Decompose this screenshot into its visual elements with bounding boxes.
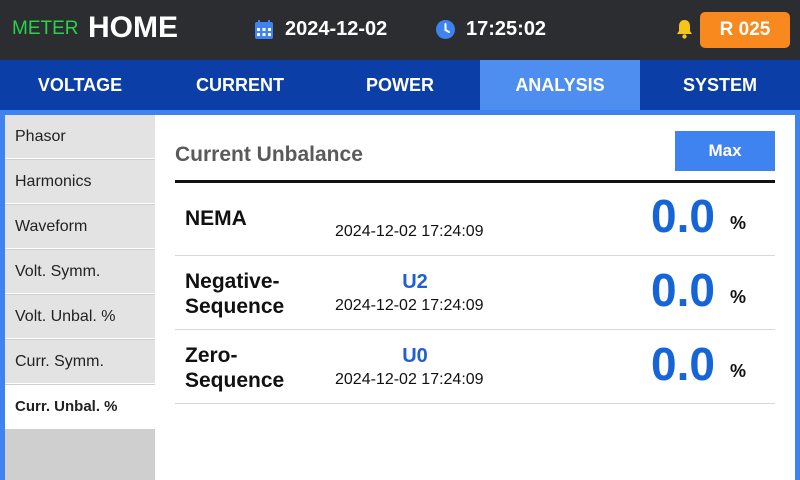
tab-voltage[interactable]: VOLTAGE <box>0 60 160 110</box>
sidebar-item-waveform[interactable]: Waveform <box>5 205 155 249</box>
row-code: U0 <box>402 345 428 367</box>
unbalance-row-zero-sequence: Zero- Sequence U0 2024-12-02 17:24:09 0.… <box>175 331 775 404</box>
record-button[interactable]: R 025 <box>700 12 790 48</box>
row-code: U2 <box>402 271 428 293</box>
tab-current[interactable]: CURRENT <box>160 60 320 110</box>
row-unit: % <box>730 287 747 307</box>
unbalance-row-nema: NEMA 2024-12-02 17:24:09 0.0 % <box>175 183 775 256</box>
sidebar-item-curr-unbal[interactable]: Curr. Unbal. % <box>5 385 155 429</box>
row-name-line2: Sequence <box>185 295 285 318</box>
clock-icon <box>436 20 455 39</box>
sidebar: Phasor Harmonics Waveform Volt. Symm. Vo… <box>5 115 155 480</box>
tab-power[interactable]: POWER <box>320 60 480 110</box>
row-value: 0.0 <box>651 338 715 390</box>
unbalance-row-negative-sequence: Negative- Sequence U2 2024-12-02 17:24:0… <box>175 257 775 330</box>
content-frame: Phasor Harmonics Waveform Volt. Symm. Vo… <box>0 110 800 480</box>
sidebar-item-harmonics[interactable]: Harmonics <box>5 160 155 204</box>
calendar-icon <box>255 20 273 39</box>
row-unit: % <box>730 361 747 381</box>
row-unit: % <box>730 213 747 233</box>
current-unbalance-panel: Current Unbalance Max NEMA 2024-12-02 17… <box>155 115 795 480</box>
status-bar: METER HOME 2024-12-02 17:25:02 R 025 <box>0 0 800 60</box>
main-tabs: VOLTAGE CURRENT POWER ANALYSIS SYSTEM <box>0 60 800 110</box>
row-timestamp: 2024-12-02 17:24:09 <box>335 223 484 240</box>
sidebar-item-volt-unbal[interactable]: Volt. Unbal. % <box>5 295 155 339</box>
sidebar-item-curr-symm[interactable]: Curr. Symm. <box>5 340 155 384</box>
page-title: HOME <box>88 11 178 44</box>
bell-icon[interactable] <box>675 19 694 39</box>
row-timestamp: 2024-12-02 17:24:09 <box>335 297 484 314</box>
tab-system[interactable]: SYSTEM <box>640 60 800 110</box>
row-name-line2: Sequence <box>185 369 285 392</box>
row-name: Zero- <box>185 344 238 367</box>
row-name: NEMA <box>185 207 247 230</box>
sidebar-item-volt-symm[interactable]: Volt. Symm. <box>5 250 155 294</box>
sidebar-item-phasor[interactable]: Phasor <box>5 115 155 159</box>
row-timestamp: 2024-12-02 17:24:09 <box>335 371 484 388</box>
current-time: 17:25:02 <box>466 18 547 40</box>
brand-meter-label: METER <box>12 18 79 39</box>
max-button[interactable]: Max <box>675 131 775 171</box>
row-value: 0.0 <box>651 264 715 316</box>
row-name: Negative- <box>185 270 280 293</box>
panel-title: Current Unbalance <box>175 143 363 166</box>
current-date: 2024-12-02 <box>285 18 388 40</box>
tab-analysis[interactable]: ANALYSIS <box>480 60 640 110</box>
row-value: 0.0 <box>651 190 715 242</box>
